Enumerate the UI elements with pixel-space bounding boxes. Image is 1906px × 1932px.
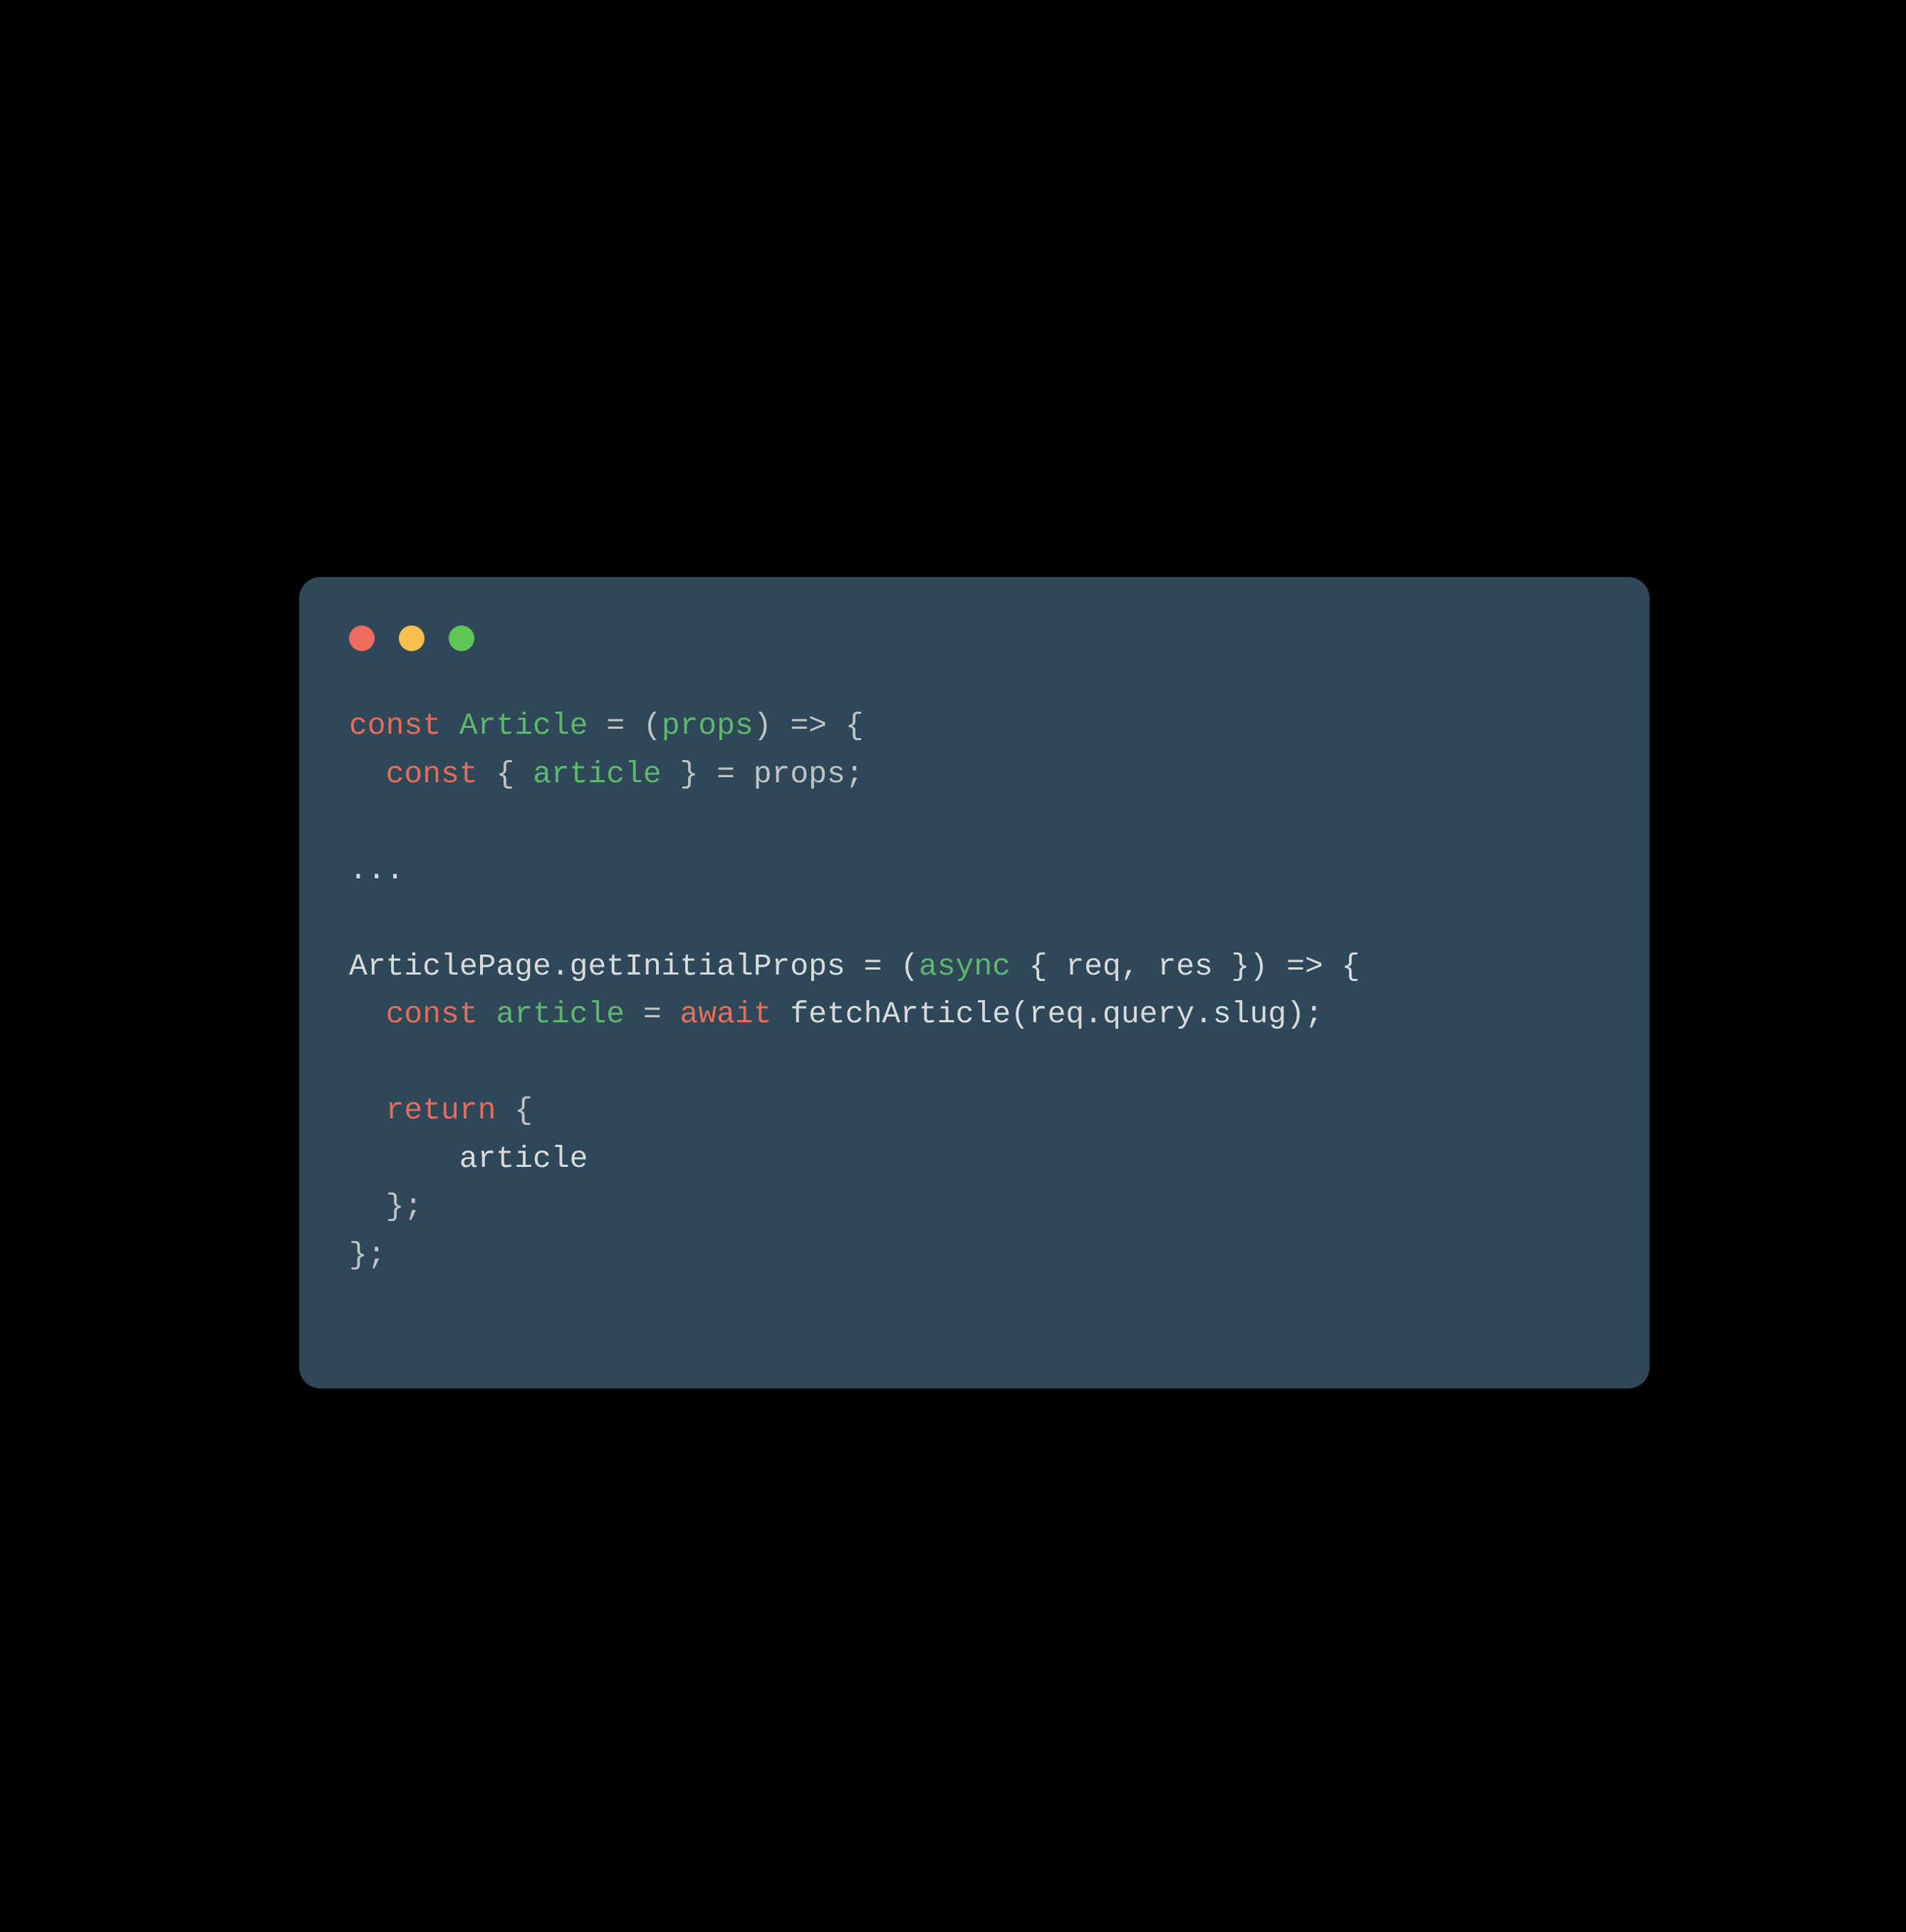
identifier-props: props bbox=[662, 708, 754, 743]
keyword-return: return bbox=[386, 1093, 496, 1128]
identifier-article: article bbox=[533, 757, 662, 791]
keyword-const: const bbox=[386, 757, 478, 791]
keyword-async: async bbox=[919, 949, 1011, 984]
canvas: const Article = (props) => { const { art… bbox=[0, 0, 1906, 1932]
keyword-const: const bbox=[349, 708, 441, 743]
code-editor-window: const Article = (props) => { const { art… bbox=[299, 577, 1650, 1388]
code-line-11: }; bbox=[349, 1189, 422, 1224]
zoom-icon[interactable] bbox=[449, 625, 474, 651]
code-line-1: const Article = (props) => { bbox=[349, 708, 864, 743]
code-line-10: article bbox=[349, 1141, 588, 1176]
close-icon[interactable] bbox=[349, 625, 375, 651]
code-line-2: const { article } = props; bbox=[349, 757, 864, 791]
window-titlebar bbox=[299, 577, 1650, 670]
keyword-const: const bbox=[386, 997, 478, 1032]
keyword-await: await bbox=[680, 997, 772, 1032]
identifier-article: Article bbox=[459, 708, 588, 743]
minimize-icon[interactable] bbox=[399, 625, 425, 651]
code-area: const Article = (props) => { const { art… bbox=[349, 702, 1600, 1346]
code-line-12: }; bbox=[349, 1237, 386, 1272]
code-line-9: return { bbox=[349, 1093, 533, 1128]
identifier-article: article bbox=[496, 997, 625, 1032]
code-line-4: ... bbox=[349, 853, 404, 888]
code-line-7: const article = await fetchArticle(req.q… bbox=[349, 997, 1323, 1032]
code-line-6: ArticlePage.getInitialProps = (async { r… bbox=[349, 949, 1360, 984]
